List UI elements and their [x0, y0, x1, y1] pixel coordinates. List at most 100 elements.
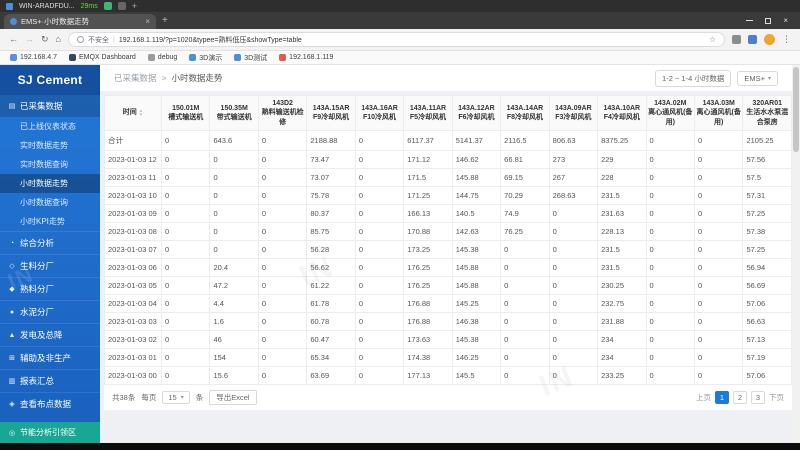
column-header[interactable]: 143A.16AR F10冷风机 [354, 94, 405, 132]
column-header[interactable]: 320AR01 生活水水泵混合泵房 [742, 94, 792, 132]
bookmark-item[interactable]: 3D测试 [234, 53, 267, 63]
next-page-button[interactable]: 下页 [769, 392, 784, 403]
breadcrumb-root[interactable]: 已采集数据 [114, 72, 157, 84]
bookmark-label: 192.168.1.119 [289, 54, 334, 61]
sidebar-section[interactable]: ● 水泥分厂 [0, 300, 100, 323]
sidebar-subitem[interactable]: 已上线仪表状态 [0, 117, 100, 136]
column-header[interactable]: 143A.10AR F4冷却风机 [597, 94, 647, 132]
new-tab-button[interactable]: + [162, 15, 168, 26]
window-minimize-button[interactable] [746, 20, 754, 21]
data-cell: 56.63 [742, 312, 792, 332]
data-cell: 0 [693, 168, 744, 188]
add-icon[interactable]: + [132, 1, 137, 11]
sidebar-section[interactable]: ◈ 查看布点数据 [0, 392, 100, 415]
data-table-card: 时间 ▲ ▼ 150.01M 槽式输送机 150.35M 带式输送机 143D2 熟料输送机检修… [104, 94, 792, 411]
data-cell: 0 [257, 348, 308, 368]
bookmark-item[interactable]: 192.168.1.119 [279, 54, 333, 61]
data-cell: 0 [160, 240, 211, 260]
export-excel-button[interactable]: 导出Excel [209, 390, 257, 406]
forward-icon[interactable]: → [25, 35, 34, 44]
sidebar-item-energy-zone[interactable]: ◎ 节能分析引领区 [0, 422, 100, 443]
table-row: 2023-01-03 01 0 154 0 65.34 0 174.38 146.25 0 0 23… [104, 348, 792, 368]
data-cell: 0 [693, 186, 744, 206]
data-cell: 145.25 [451, 294, 502, 314]
column-header[interactable]: 143A.12AR F6冷却风机 [451, 94, 502, 132]
column-header[interactable]: 143A.02M 离心通风机(备用) [645, 94, 695, 132]
bookmark-item[interactable]: 192.168.4.7 [10, 54, 57, 61]
table-row: 2023-01-03 09 0 0 0 80.37 0 166.13 140.5 74.9 0 23… [104, 204, 792, 224]
data-cell: 176.88 [403, 294, 453, 314]
bookmark-star-icon[interactable]: ☆ [709, 35, 716, 44]
bookmark-item[interactable]: EMQX Dashboard [68, 54, 136, 61]
extension-icon[interactable] [732, 35, 741, 44]
tool-icon[interactable] [117, 2, 126, 10]
window-maximize-button[interactable] [765, 17, 772, 24]
column-header[interactable]: 143A.11AR F5冷却风机 [403, 94, 453, 132]
vertical-scrollbar[interactable] [792, 65, 800, 443]
data-cell: 154 [209, 348, 259, 368]
page-size-select[interactable]: 15 ▾ [162, 391, 190, 405]
data-cell: 57.19 [742, 348, 792, 368]
profile-avatar[interactable] [764, 34, 775, 45]
page-button[interactable]: 2 [733, 391, 747, 405]
data-cell: 0 [160, 294, 211, 314]
date-range-control[interactable]: 1-2 ~ 1-4 小时数据 [655, 69, 732, 87]
bookmark-item[interactable]: 3D演示 [189, 53, 222, 63]
info-icon[interactable] [76, 36, 84, 43]
column-header[interactable]: 143A.14AR F8冷却风机 [500, 94, 550, 132]
sort-icon[interactable]: ▲ ▼ [139, 109, 143, 116]
back-icon[interactable]: ← [9, 35, 18, 44]
source-select[interactable]: EMS+ ▾ [737, 70, 778, 86]
sidebar-section[interactable]: ◆ 熟料分厂 [0, 277, 100, 300]
sidebar-section[interactable]: ▲ 发电及总降 [0, 323, 100, 346]
sidebar-subitem[interactable]: 实时数据走势 [0, 136, 100, 155]
page-button[interactable]: 3 [751, 391, 765, 405]
reload-icon[interactable]: ↻ [41, 35, 49, 44]
sidebar-subitem[interactable]: 小时数据走势 [0, 174, 100, 193]
column-code: 143A.12AR [458, 104, 495, 112]
scrollbar-thumb[interactable] [793, 67, 799, 152]
prev-page-button[interactable]: 上页 [696, 392, 711, 403]
data-cell: 0 [645, 348, 695, 368]
wechat-icon[interactable] [103, 2, 112, 10]
column-header[interactable]: 143A.15AR F9冷却风机 [306, 94, 356, 132]
sidebar-group-collected-data[interactable]: ▤ 已采集数据 [0, 95, 100, 117]
extension-icon-blue[interactable] [748, 35, 757, 44]
sidebar-section[interactable]: ▥ 报表汇总 [0, 369, 100, 392]
data-cell: 0 [645, 312, 695, 332]
data-cell: 0 [693, 348, 744, 368]
column-header[interactable]: 时间 ▲ ▼ [104, 94, 162, 132]
table-header-row: 时间 ▲ ▼ 150.01M 槽式输送机 150.35M 带式输送机 143D2 熟料输送机检修… [104, 94, 792, 132]
data-cell: 0 [693, 366, 744, 386]
data-cell: 0 [645, 204, 695, 224]
data-cell: 2188.88 [306, 130, 356, 152]
time-cell: 2023-01-03 07 [104, 240, 162, 260]
column-title: 时间 [122, 109, 137, 117]
column-header[interactable]: 143A.09AR F3冷却风机 [548, 94, 599, 132]
column-header[interactable]: 143D2 熟料输送机检修 [257, 94, 308, 132]
url-field[interactable]: 不安全 | 192.168.1.119/?p=1020&typee=熟料低压&s… [67, 32, 725, 47]
sidebar-section[interactable]: ◔ 综合分析 [0, 231, 100, 254]
tab-close-icon[interactable]: × [145, 17, 150, 26]
data-cell: 228.13 [597, 222, 647, 242]
data-cell: 57.38 [742, 222, 792, 242]
data-cell: 73.47 [306, 150, 356, 170]
column-header[interactable]: 150.35M 带式输送机 [209, 94, 259, 132]
sidebar-section-label: 报表汇总 [20, 376, 55, 386]
sidebar-subitem[interactable]: 实时数据查询 [0, 155, 100, 174]
column-code: 143A.11AR [409, 104, 447, 112]
sidebar-section[interactable]: ◇ 生料分厂 [0, 254, 100, 277]
column-header[interactable]: 143A.03M 离心通风机(备用) [693, 94, 744, 132]
browser-menu-icon[interactable]: ⋮ [782, 34, 791, 45]
window-close-button[interactable]: × [783, 16, 788, 25]
browser-tab[interactable]: EMS+·小时数据走势 × [4, 14, 156, 29]
column-header[interactable]: 150.01M 槽式输送机 [160, 94, 211, 132]
sidebar-section[interactable]: ⊞ 辅助及非生产 [0, 346, 100, 369]
page-button[interactable]: 1 [715, 391, 729, 405]
home-icon[interactable]: ⌂ [56, 35, 61, 44]
sidebar-subitem[interactable]: 小时KPI走势 [0, 212, 100, 231]
bookmark-item[interactable]: debug [147, 54, 177, 61]
date-range-label: 1-2 ~ 1-4 小时数据 [662, 73, 725, 83]
header-controls: 1-2 ~ 1-4 小时数据 EMS+ ▾ [655, 69, 778, 87]
sidebar-subitem[interactable]: 小时数据查询 [0, 193, 100, 212]
